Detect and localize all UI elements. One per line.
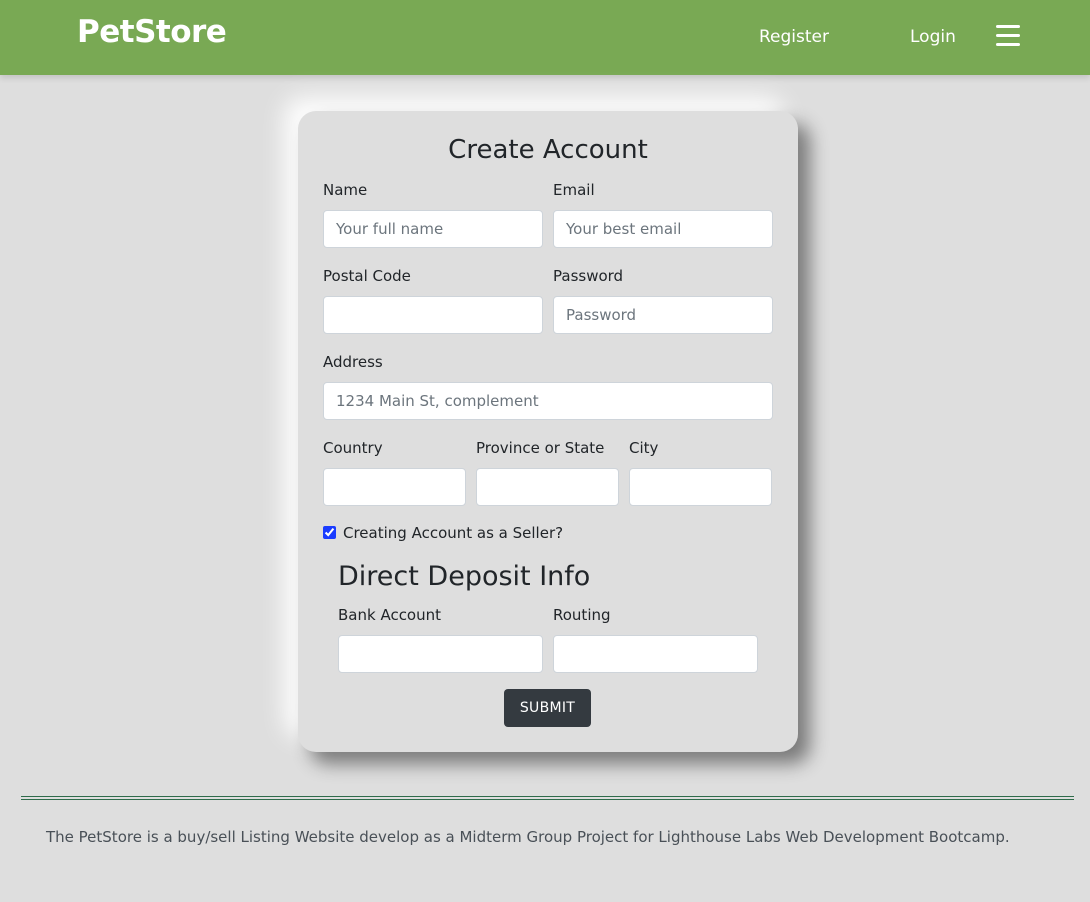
submit-button[interactable]: SUBMIT bbox=[504, 689, 591, 727]
seller-checkbox-label[interactable]: Creating Account as a Seller? bbox=[343, 524, 563, 542]
province-input[interactable] bbox=[476, 468, 619, 506]
form-title: Create Account bbox=[448, 135, 648, 165]
city-input[interactable] bbox=[629, 468, 772, 506]
email-label: Email bbox=[553, 181, 595, 199]
hamburger-menu-icon[interactable] bbox=[996, 25, 1020, 47]
footer-divider bbox=[21, 796, 1074, 800]
menu-bar bbox=[996, 43, 1020, 46]
bank-account-input[interactable] bbox=[338, 635, 543, 673]
name-label: Name bbox=[323, 181, 368, 199]
email-input[interactable] bbox=[553, 210, 773, 248]
routing-input[interactable] bbox=[553, 635, 758, 673]
name-input[interactable] bbox=[323, 210, 543, 248]
footer-text: The PetStore is a buy/sell Listing Websi… bbox=[46, 828, 1010, 846]
postal-code-input[interactable] bbox=[323, 296, 543, 334]
register-link[interactable]: Register bbox=[759, 27, 829, 47]
deposit-section-title: Direct Deposit Info bbox=[338, 561, 591, 592]
navbar: PetStore Register Login bbox=[0, 0, 1090, 75]
province-label: Province or State bbox=[476, 439, 605, 457]
country-label: Country bbox=[323, 439, 383, 457]
seller-checkbox[interactable] bbox=[323, 526, 336, 539]
password-label: Password bbox=[553, 267, 624, 285]
menu-bar bbox=[996, 25, 1020, 28]
address-label: Address bbox=[323, 353, 383, 371]
address-input[interactable] bbox=[323, 382, 773, 420]
login-link[interactable]: Login bbox=[910, 27, 956, 47]
bank-account-label: Bank Account bbox=[338, 606, 442, 624]
menu-bar bbox=[996, 34, 1020, 37]
city-label: City bbox=[629, 439, 659, 457]
country-input[interactable] bbox=[323, 468, 466, 506]
create-account-form: Create Account Name Email Postal Code Pa… bbox=[298, 111, 798, 752]
brand-logo[interactable]: PetStore bbox=[77, 14, 227, 50]
password-input[interactable] bbox=[553, 296, 773, 334]
postal-code-label: Postal Code bbox=[323, 267, 411, 285]
routing-label: Routing bbox=[553, 606, 611, 624]
